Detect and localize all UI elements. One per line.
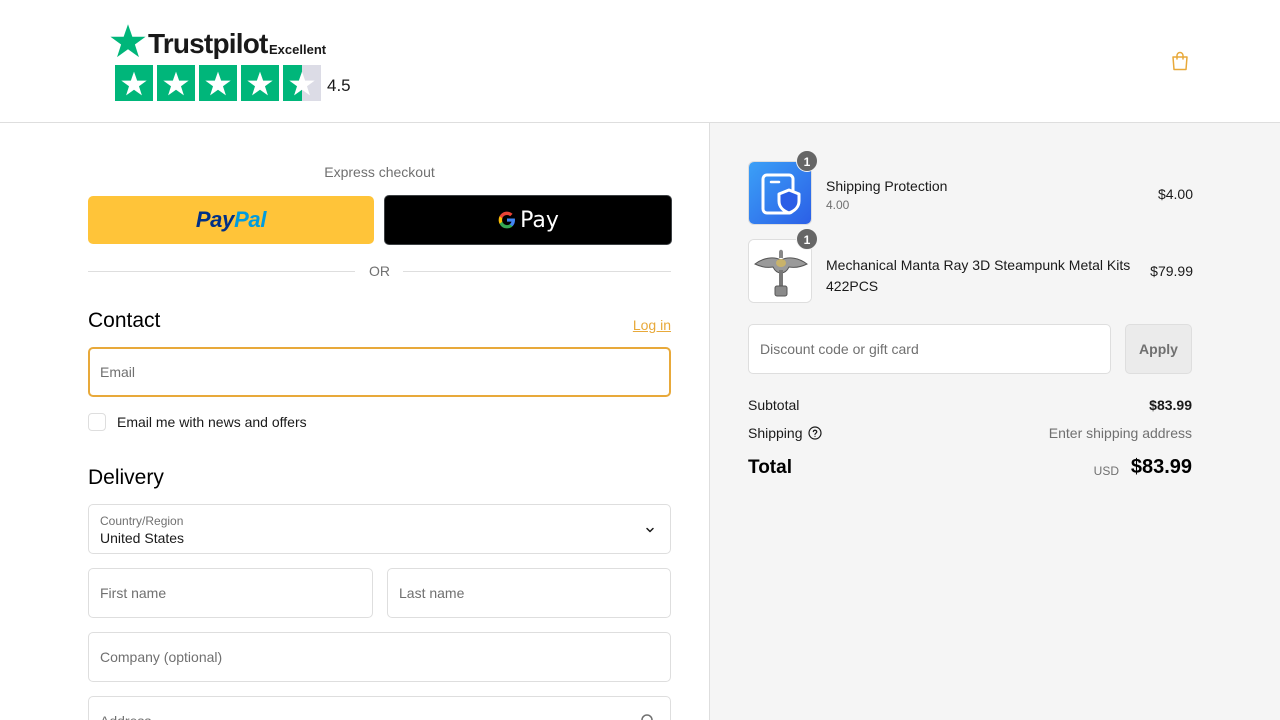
star-icon [199, 65, 237, 101]
trustpilot-stars [115, 65, 321, 101]
google-g-icon [498, 211, 516, 229]
google-pay-button[interactable]: Pay [384, 195, 672, 245]
star-icon [157, 65, 195, 101]
total-currency: USD [1093, 464, 1119, 478]
item-name: Shipping Protection [826, 178, 948, 194]
quantity-badge: 1 [796, 150, 818, 172]
newsletter-checkbox[interactable] [88, 413, 106, 431]
order-item: 1 Shipping Protection 4.00 $4.00 [748, 150, 1193, 225]
discount-input[interactable] [749, 325, 1110, 373]
delivery-title: Delivery [88, 466, 164, 489]
or-divider: OR [88, 261, 671, 283]
newsletter-label: Email me with news and offers [117, 414, 307, 430]
item-variant: 4.00 [826, 198, 850, 212]
order-item: 1 Mechanical Manta Ray 3D Steampunk Meta… [748, 228, 1193, 303]
last-name-field[interactable] [387, 568, 671, 618]
google-pay-label: Pay [520, 207, 559, 233]
trustpilot-score: 4.5 [327, 76, 351, 95]
total-label: Total [748, 457, 792, 478]
star-icon [241, 65, 279, 101]
star-icon [115, 65, 153, 101]
discount-field[interactable] [748, 324, 1111, 374]
item-price: $4.00 [1157, 186, 1193, 202]
trustpilot-brand: Trustpilot [148, 28, 268, 59]
search-icon [641, 714, 653, 720]
newsletter-option[interactable]: Email me with news and offers [88, 413, 307, 431]
log-in-link[interactable]: Log in [633, 317, 671, 333]
trustpilot-star-icon [110, 24, 146, 58]
trustpilot-widget[interactable]: Trustpilot Excellent 4.5 [110, 20, 360, 105]
shipping-label: Shipping [748, 425, 803, 441]
paypal-logo: PayPal [195, 207, 267, 232]
header: Trustpilot Excellent 4.5 [0, 0, 1280, 123]
help-circle-icon[interactable] [807, 426, 822, 440]
checkout-form: Express checkout PayPal Pay OR Contact L… [0, 123, 710, 720]
half-star-icon [283, 65, 321, 101]
shopping-bag-icon[interactable] [1169, 50, 1191, 72]
country-select[interactable]: Country/Region United States [88, 504, 671, 554]
shipping-row: Shipping Enter shipping address [748, 425, 1192, 441]
chevron-down-icon [646, 527, 654, 533]
item-name: Mechanical Manta Ray 3D Steampunk Metal … [826, 257, 1131, 294]
order-summary: 1 Shipping Protection 4.00 $4.00 1 Mecha… [709, 123, 1280, 720]
paypal-button[interactable]: PayPal [88, 196, 374, 244]
contact-title: Contact [88, 309, 161, 332]
apply-discount-button[interactable]: Apply [1125, 324, 1192, 374]
total-row: Total USD $83.99 [748, 455, 1192, 483]
item-price: $79.99 [1150, 263, 1193, 279]
email-input[interactable] [90, 349, 669, 395]
email-field[interactable] [88, 347, 671, 397]
company-field[interactable] [88, 632, 671, 682]
trustpilot-rating-word: Excellent [269, 42, 327, 57]
express-checkout-label: Express checkout [324, 164, 435, 180]
total-value: $83.99 [1130, 456, 1192, 478]
first-name-input[interactable] [89, 569, 372, 617]
subtotal-label: Subtotal [748, 397, 800, 413]
last-name-input[interactable] [388, 569, 670, 617]
shipping-value: Enter shipping address [1048, 425, 1192, 441]
company-input[interactable] [89, 633, 670, 681]
first-name-field[interactable] [88, 568, 373, 618]
address-field[interactable] [88, 696, 671, 720]
country-value: United States [100, 530, 185, 546]
quantity-badge: 1 [796, 228, 818, 250]
address-input[interactable] [89, 697, 670, 720]
subtotal-row: Subtotal $83.99 [748, 397, 1192, 413]
country-label: Country/Region [100, 514, 184, 528]
subtotal-value: $83.99 [1149, 397, 1192, 413]
